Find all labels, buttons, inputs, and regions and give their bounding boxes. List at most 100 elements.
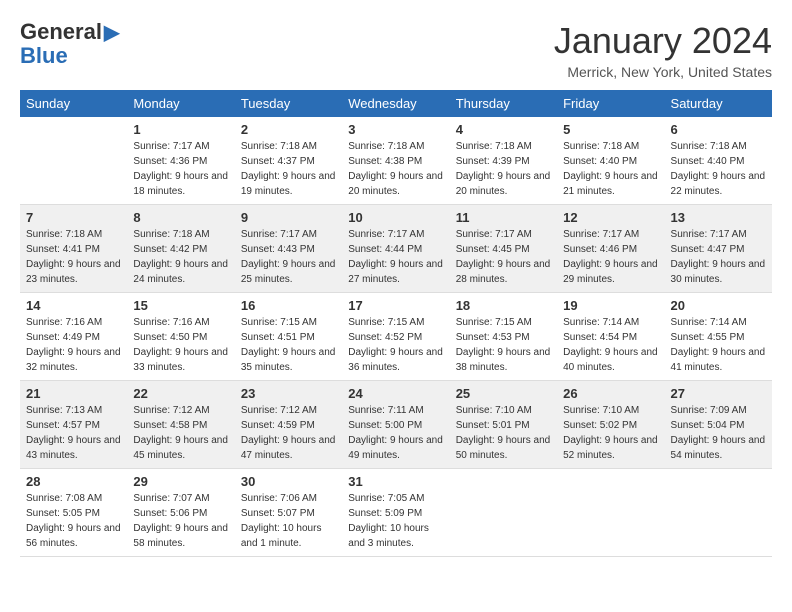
day-info: Sunrise: 7:16 AMSunset: 4:50 PMDaylight:… xyxy=(133,315,228,375)
day-number: 5 xyxy=(563,122,658,137)
day-info: Sunrise: 7:15 AMSunset: 4:52 PMDaylight:… xyxy=(348,315,443,375)
day-number: 10 xyxy=(348,210,443,225)
day-info: Sunrise: 7:17 AMSunset: 4:44 PMDaylight:… xyxy=(348,227,443,287)
day-number: 8 xyxy=(133,210,228,225)
day-info: Sunrise: 7:11 AMSunset: 5:00 PMDaylight:… xyxy=(348,403,443,463)
header-row: SundayMondayTuesdayWednesdayThursdayFrid… xyxy=(20,90,772,117)
calendar-cell: 12 Sunrise: 7:17 AMSunset: 4:46 PMDaylig… xyxy=(557,205,664,293)
day-info: Sunrise: 7:17 AMSunset: 4:47 PMDaylight:… xyxy=(671,227,766,287)
calendar-cell: 2 Sunrise: 7:18 AMSunset: 4:37 PMDayligh… xyxy=(235,117,342,205)
calendar-cell: 13 Sunrise: 7:17 AMSunset: 4:47 PMDaylig… xyxy=(665,205,772,293)
page-header: General▶ Blue January 2024 Merrick, New … xyxy=(20,20,772,80)
day-number: 24 xyxy=(348,386,443,401)
day-info: Sunrise: 7:18 AMSunset: 4:40 PMDaylight:… xyxy=(671,139,766,199)
header-day-wednesday: Wednesday xyxy=(342,90,449,117)
header-day-tuesday: Tuesday xyxy=(235,90,342,117)
calendar-cell: 27 Sunrise: 7:09 AMSunset: 5:04 PMDaylig… xyxy=(665,381,772,469)
day-info: Sunrise: 7:09 AMSunset: 5:04 PMDaylight:… xyxy=(671,403,766,463)
day-number: 19 xyxy=(563,298,658,313)
calendar-cell: 6 Sunrise: 7:18 AMSunset: 4:40 PMDayligh… xyxy=(665,117,772,205)
day-number: 18 xyxy=(456,298,551,313)
calendar-cell: 17 Sunrise: 7:15 AMSunset: 4:52 PMDaylig… xyxy=(342,293,449,381)
month-title: January 2024 xyxy=(554,20,772,62)
day-info: Sunrise: 7:12 AMSunset: 4:58 PMDaylight:… xyxy=(133,403,228,463)
title-area: January 2024 Merrick, New York, United S… xyxy=(554,20,772,80)
day-info: Sunrise: 7:18 AMSunset: 4:38 PMDaylight:… xyxy=(348,139,443,199)
calendar-cell: 21 Sunrise: 7:13 AMSunset: 4:57 PMDaylig… xyxy=(20,381,127,469)
calendar-cell: 11 Sunrise: 7:17 AMSunset: 4:45 PMDaylig… xyxy=(450,205,557,293)
calendar-cell: 29 Sunrise: 7:07 AMSunset: 5:06 PMDaylig… xyxy=(127,469,234,557)
header-day-thursday: Thursday xyxy=(450,90,557,117)
logo: General▶ Blue xyxy=(20,20,119,68)
day-number: 22 xyxy=(133,386,228,401)
calendar-cell: 22 Sunrise: 7:12 AMSunset: 4:58 PMDaylig… xyxy=(127,381,234,469)
day-number: 21 xyxy=(26,386,121,401)
header-day-saturday: Saturday xyxy=(665,90,772,117)
day-info: Sunrise: 7:15 AMSunset: 4:53 PMDaylight:… xyxy=(456,315,551,375)
week-row-3: 14 Sunrise: 7:16 AMSunset: 4:49 PMDaylig… xyxy=(20,293,772,381)
calendar-cell xyxy=(20,117,127,205)
day-number: 7 xyxy=(26,210,121,225)
calendar-cell: 4 Sunrise: 7:18 AMSunset: 4:39 PMDayligh… xyxy=(450,117,557,205)
calendar-cell: 23 Sunrise: 7:12 AMSunset: 4:59 PMDaylig… xyxy=(235,381,342,469)
day-info: Sunrise: 7:16 AMSunset: 4:49 PMDaylight:… xyxy=(26,315,121,375)
calendar-cell: 15 Sunrise: 7:16 AMSunset: 4:50 PMDaylig… xyxy=(127,293,234,381)
week-row-2: 7 Sunrise: 7:18 AMSunset: 4:41 PMDayligh… xyxy=(20,205,772,293)
day-info: Sunrise: 7:05 AMSunset: 5:09 PMDaylight:… xyxy=(348,491,443,551)
day-number: 28 xyxy=(26,474,121,489)
calendar-cell: 18 Sunrise: 7:15 AMSunset: 4:53 PMDaylig… xyxy=(450,293,557,381)
day-number: 27 xyxy=(671,386,766,401)
calendar-cell: 9 Sunrise: 7:17 AMSunset: 4:43 PMDayligh… xyxy=(235,205,342,293)
day-number: 26 xyxy=(563,386,658,401)
calendar-cell xyxy=(450,469,557,557)
day-number: 17 xyxy=(348,298,443,313)
day-info: Sunrise: 7:18 AMSunset: 4:39 PMDaylight:… xyxy=(456,139,551,199)
logo-general: General▶ xyxy=(20,20,119,44)
day-info: Sunrise: 7:17 AMSunset: 4:46 PMDaylight:… xyxy=(563,227,658,287)
day-info: Sunrise: 7:12 AMSunset: 4:59 PMDaylight:… xyxy=(241,403,336,463)
day-info: Sunrise: 7:17 AMSunset: 4:45 PMDaylight:… xyxy=(456,227,551,287)
day-number: 9 xyxy=(241,210,336,225)
calendar-cell: 7 Sunrise: 7:18 AMSunset: 4:41 PMDayligh… xyxy=(20,205,127,293)
header-day-sunday: Sunday xyxy=(20,90,127,117)
day-number: 14 xyxy=(26,298,121,313)
day-info: Sunrise: 7:14 AMSunset: 4:54 PMDaylight:… xyxy=(563,315,658,375)
day-number: 31 xyxy=(348,474,443,489)
calendar-cell: 1 Sunrise: 7:17 AMSunset: 4:36 PMDayligh… xyxy=(127,117,234,205)
week-row-5: 28 Sunrise: 7:08 AMSunset: 5:05 PMDaylig… xyxy=(20,469,772,557)
day-info: Sunrise: 7:07 AMSunset: 5:06 PMDaylight:… xyxy=(133,491,228,551)
calendar-cell: 3 Sunrise: 7:18 AMSunset: 4:38 PMDayligh… xyxy=(342,117,449,205)
logo-blue: Blue xyxy=(20,44,119,68)
calendar-cell: 5 Sunrise: 7:18 AMSunset: 4:40 PMDayligh… xyxy=(557,117,664,205)
header-day-friday: Friday xyxy=(557,90,664,117)
day-info: Sunrise: 7:14 AMSunset: 4:55 PMDaylight:… xyxy=(671,315,766,375)
day-number: 15 xyxy=(133,298,228,313)
calendar-cell xyxy=(557,469,664,557)
day-number: 3 xyxy=(348,122,443,137)
day-number: 20 xyxy=(671,298,766,313)
day-info: Sunrise: 7:18 AMSunset: 4:42 PMDaylight:… xyxy=(133,227,228,287)
logo-arrow-icon: ▶ xyxy=(104,22,119,44)
calendar-cell: 25 Sunrise: 7:10 AMSunset: 5:01 PMDaylig… xyxy=(450,381,557,469)
day-info: Sunrise: 7:17 AMSunset: 4:43 PMDaylight:… xyxy=(241,227,336,287)
calendar-cell: 19 Sunrise: 7:14 AMSunset: 4:54 PMDaylig… xyxy=(557,293,664,381)
location: Merrick, New York, United States xyxy=(554,64,772,80)
day-number: 1 xyxy=(133,122,228,137)
day-number: 25 xyxy=(456,386,551,401)
day-number: 13 xyxy=(671,210,766,225)
day-info: Sunrise: 7:06 AMSunset: 5:07 PMDaylight:… xyxy=(241,491,336,551)
header-day-monday: Monday xyxy=(127,90,234,117)
day-number: 23 xyxy=(241,386,336,401)
calendar-cell: 14 Sunrise: 7:16 AMSunset: 4:49 PMDaylig… xyxy=(20,293,127,381)
day-info: Sunrise: 7:08 AMSunset: 5:05 PMDaylight:… xyxy=(26,491,121,551)
week-row-1: 1 Sunrise: 7:17 AMSunset: 4:36 PMDayligh… xyxy=(20,117,772,205)
calendar-table: SundayMondayTuesdayWednesdayThursdayFrid… xyxy=(20,90,772,557)
day-info: Sunrise: 7:18 AMSunset: 4:41 PMDaylight:… xyxy=(26,227,121,287)
day-info: Sunrise: 7:18 AMSunset: 4:37 PMDaylight:… xyxy=(241,139,336,199)
day-number: 6 xyxy=(671,122,766,137)
day-number: 11 xyxy=(456,210,551,225)
day-number: 12 xyxy=(563,210,658,225)
day-number: 4 xyxy=(456,122,551,137)
calendar-cell: 16 Sunrise: 7:15 AMSunset: 4:51 PMDaylig… xyxy=(235,293,342,381)
calendar-cell: 30 Sunrise: 7:06 AMSunset: 5:07 PMDaylig… xyxy=(235,469,342,557)
